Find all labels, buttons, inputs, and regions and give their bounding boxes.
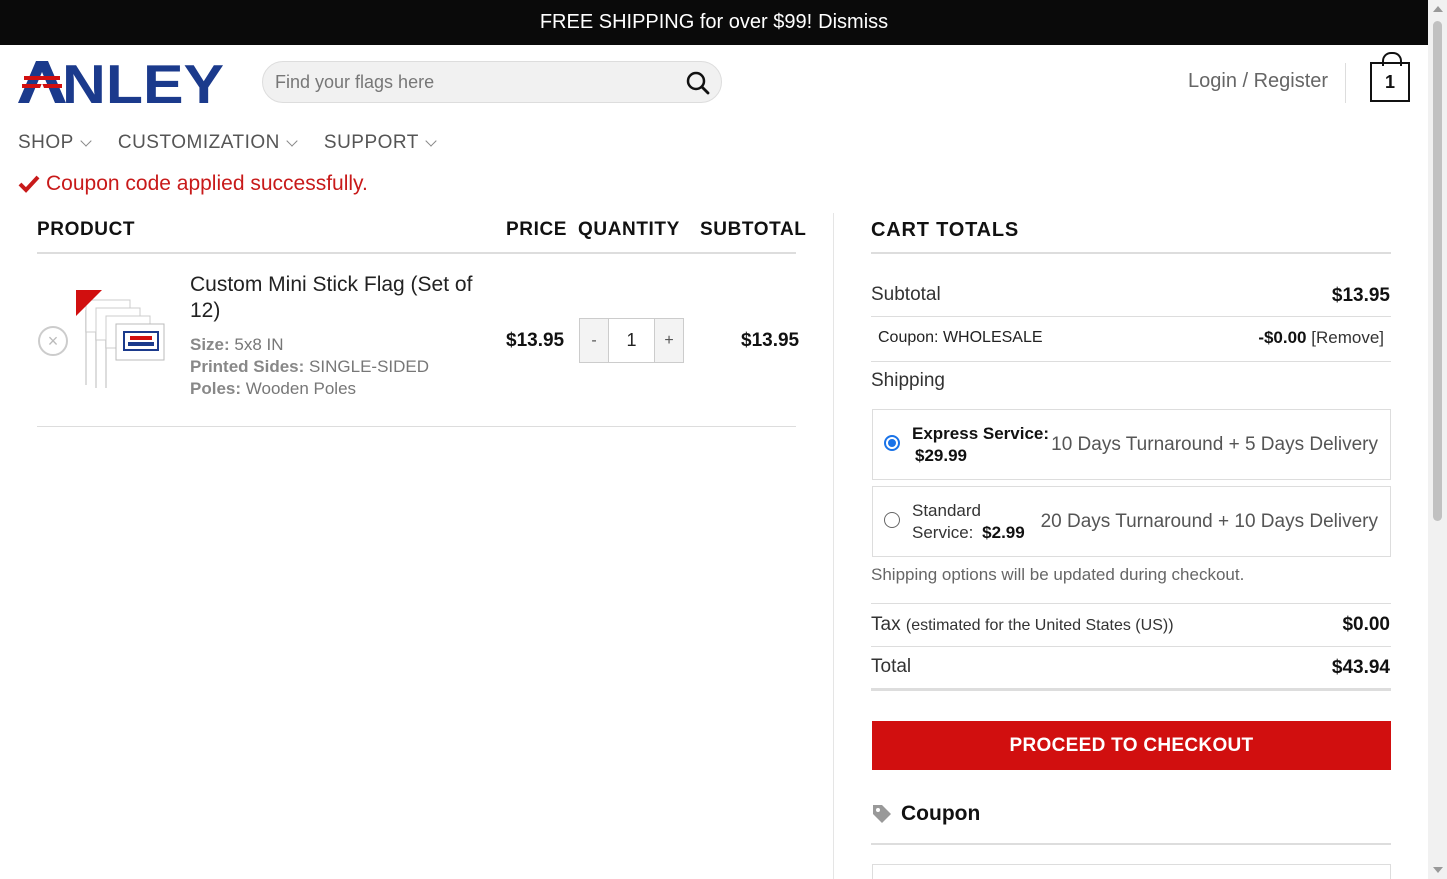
shipping-name-label: Service: [912,523,974,542]
nav-item-label: SHOP [18,132,74,153]
nav-item-support[interactable]: SUPPORT [323,132,437,154]
meta-key: Poles: [190,379,242,398]
nav-item-label: CUSTOMIZATION [117,132,280,153]
cart-totals-title: CART TOTALS [871,219,1020,241]
remove-item-button[interactable]: × [38,326,68,356]
shipping-name-line1: Standard [912,501,981,520]
success-notice: Coupon code applied successfully. [18,172,368,196]
quantity-input[interactable]: 1 [608,319,655,362]
column-header-quantity: QUANTITY [578,219,680,240]
column-header-price: PRICE [506,219,568,240]
product-subtotal: $13.95 [741,330,800,351]
nav-item-customization[interactable]: CUSTOMIZATION [117,132,298,154]
search-input[interactable] [275,62,675,102]
row-divider [871,646,1391,647]
cart-icon[interactable]: 1 [1370,52,1410,102]
announcement-text: FREE SHIPPING for over $99! [539,11,813,33]
coupon-discount: -$0.00 [1258,328,1307,347]
nav-item-label: SUPPORT [323,132,419,153]
svg-text:NLEY: NLEY [62,59,224,105]
tax-label: Tax [871,614,901,635]
main-nav: SHOP CUSTOMIZATION SUPPORT [18,132,437,154]
shipping-description: 10 Days Turnaround + 5 Days Delivery [1051,434,1378,455]
meta-value: 5x8 IN [234,335,284,354]
chevron-down-icon [425,134,437,147]
shipping-option-standard[interactable]: Standard Service: $2.99 20 Days Turnarou… [872,486,1391,557]
product-name-link[interactable]: Custom Mini Stick Flag (Set of 12) [190,272,500,324]
coupon-heading: Coupon [871,802,980,826]
meta-value: Wooden Poles [245,379,357,398]
shipping-price: $29.99 [915,446,967,465]
logo-image: NLEY [18,53,224,115]
cart-totals-divider [871,252,1391,254]
total-divider [871,688,1391,691]
coupon-remove-link[interactable]: [Remove] [1311,328,1384,347]
column-header-product: PRODUCT [37,219,136,240]
proceed-to-checkout-button[interactable]: PROCEED TO CHECKOUT [872,721,1391,770]
product-thumbnail[interactable] [76,290,172,390]
tax-label-row: Tax (estimated for the United States (US… [871,614,1174,636]
product-meta-poles: Poles: Wooden Poles [190,379,356,399]
shipping-option-express[interactable]: Express Service: $29.99 10 Days Turnarou… [872,409,1391,480]
subtotal-label: Subtotal [871,284,941,305]
table-header-divider [37,252,796,254]
page-scrollbar[interactable] [1428,0,1447,879]
product-meta-printed-sides: Printed Sides: SINGLE-SIDED [190,357,429,377]
scroll-up-arrow-icon[interactable] [1433,6,1443,12]
shipping-radio-standard[interactable] [884,512,900,528]
product-meta-size: Size: 5x8 IN [190,335,284,355]
coupon-value: -$0.00 [Remove] [1258,328,1384,348]
login-register-link[interactable]: Login / Register [1188,70,1328,93]
coupon-heading-text: Coupon [901,802,981,825]
shipping-radio-express[interactable] [884,435,900,451]
shipping-description: 20 Days Turnaround + 10 Days Delivery [1040,511,1378,532]
chevron-down-icon [80,134,92,147]
coupon-code-input[interactable] [872,864,1391,879]
shipping-note: Shipping options will be updated during … [871,565,1245,584]
row-divider [871,361,1391,362]
subtotal-value: $13.95 [1331,285,1390,306]
column-header-subtotal: SUBTOTAL [700,219,807,240]
coupon-label: Coupon: WHOLESALE [878,329,1043,346]
tag-icon [873,805,891,823]
scroll-down-arrow-icon[interactable] [1433,867,1443,873]
table-row-divider [37,426,796,427]
nav-item-shop[interactable]: SHOP [18,132,92,154]
announcement-bar: FREE SHIPPING for over $99! Dismiss [0,0,1428,45]
coupon-divider [871,843,1391,845]
row-divider [871,603,1391,604]
site-logo[interactable]: NLEY [18,53,226,115]
tax-value: $0.00 [1342,614,1390,635]
product-price: $13.95 [506,330,565,351]
chevron-down-icon [286,134,298,147]
total-label: Total [871,656,912,677]
notice-text: Coupon code applied successfully. [46,172,368,195]
header-divider [1345,63,1346,103]
quantity-decrease-button[interactable]: - [580,319,608,362]
site-header: NLEY Login / Register 1 [0,45,1428,120]
scrollbar-thumb[interactable] [1433,21,1442,521]
meta-value: SINGLE-SIDED [309,357,430,376]
total-value: $43.94 [1331,657,1390,678]
row-divider [871,316,1391,317]
search-icon[interactable] [685,70,711,96]
tax-note: (estimated for the United States (US)) [905,617,1174,634]
checkmark-icon [18,175,40,193]
column-divider [833,213,834,879]
quantity-increase-button[interactable]: + [655,319,683,362]
quantity-stepper: - 1 + [579,318,684,363]
shipping-name: Express Service: [912,424,1050,443]
meta-key: Size: [190,335,230,354]
cart-count: 1 [1384,72,1395,92]
shipping-price: $2.99 [982,523,1025,542]
shipping-label: Shipping [871,370,945,391]
search-bar [262,61,722,103]
meta-key: Printed Sides: [190,357,305,376]
dismiss-link[interactable]: Dismiss [818,11,888,34]
shipping-name-line2: Service: $2.99 [912,522,1025,543]
